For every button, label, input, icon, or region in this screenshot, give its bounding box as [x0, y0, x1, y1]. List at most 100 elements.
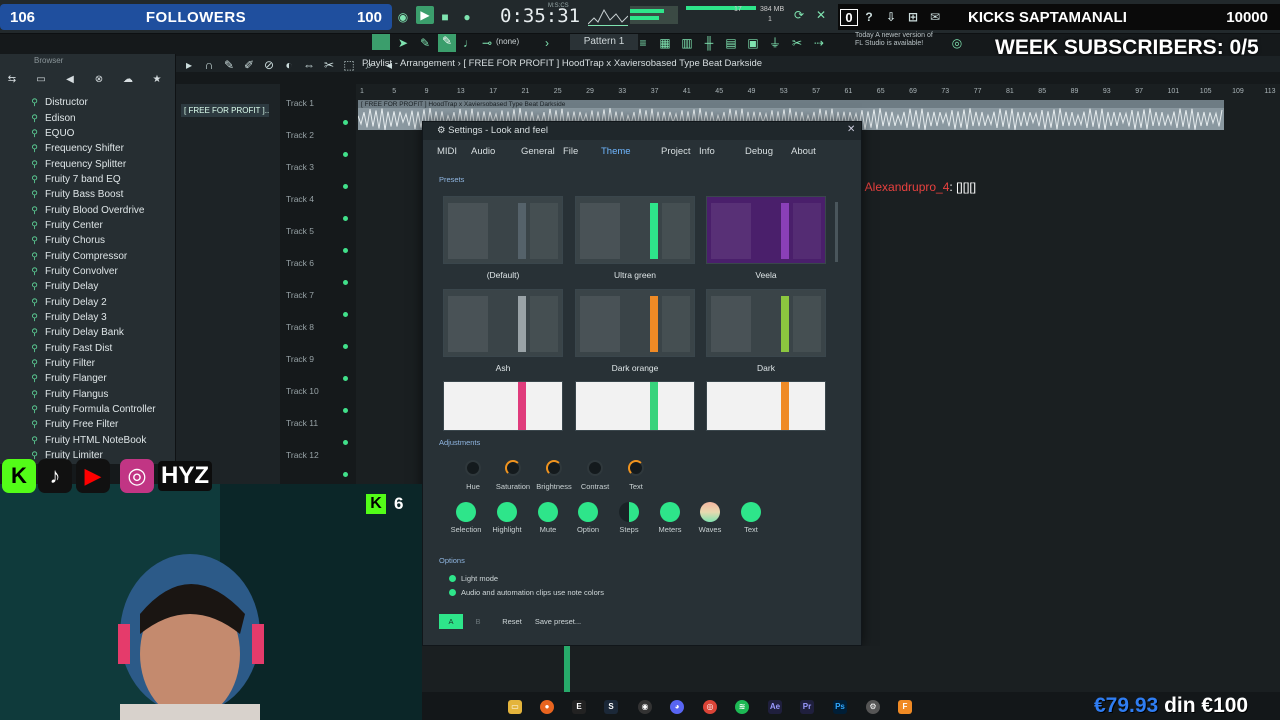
browser-icon[interactable]: ▤ [724, 36, 738, 50]
track-header[interactable]: Track 3 [280, 162, 360, 194]
globe-icon[interactable]: ◎ [950, 36, 964, 50]
plugin-item[interactable]: ⚲ Fruity Convolver [30, 264, 176, 279]
knob-saturation[interactable] [505, 460, 521, 476]
preset-thumbnail[interactable] [575, 196, 695, 264]
swatch-meters[interactable] [660, 502, 680, 522]
discord-icon[interactable]: ◕ [670, 700, 684, 714]
mixer-icon[interactable]: ╫ [702, 36, 716, 50]
folder-icon[interactable]: ▭ [33, 74, 49, 90]
track-header[interactable]: Track 9 [280, 354, 360, 386]
plugin-item[interactable]: ⚲ Fruity Center [30, 218, 176, 233]
record-mode-icon[interactable]: ◉ [396, 10, 410, 24]
plugin-item[interactable]: ⚲ Fruity Delay [30, 279, 176, 294]
pattern-selector[interactable]: Pattern 1 [570, 34, 638, 50]
preset-thumb-light-pink[interactable] [443, 381, 563, 431]
plugin-item[interactable]: ⚲ Fruity Bass Boost [30, 187, 176, 202]
preset-thumb-light-green[interactable] [575, 381, 695, 431]
swatch-steps[interactable] [619, 502, 639, 522]
tab-file[interactable]: File [563, 146, 578, 157]
light-mode-radio[interactable] [449, 575, 456, 582]
tab-audio[interactable]: Audio [471, 146, 495, 157]
track-active-led[interactable] [343, 312, 348, 317]
steam-icon[interactable]: S [604, 700, 618, 714]
track-active-led[interactable] [343, 248, 348, 253]
reset-button[interactable]: Reset [499, 614, 525, 629]
preset-dark-orange[interactable]: Dark orange [575, 289, 695, 373]
track-active-led[interactable] [343, 408, 348, 413]
save-preset-button[interactable]: Save preset... [533, 614, 583, 629]
clip-note-colors-option[interactable]: Audio and automation clips use note colo… [449, 588, 604, 597]
news-panel[interactable]: Today A newer version of FL Studio is av… [855, 32, 945, 48]
playlist-icon[interactable]: ≡ [636, 36, 650, 50]
presets-scrollbar[interactable] [835, 202, 838, 262]
volume-slider[interactable] [686, 6, 756, 10]
tab-debug[interactable]: Debug [745, 146, 773, 157]
track-active-led[interactable] [343, 216, 348, 221]
swatch-selection[interactable] [456, 502, 476, 522]
close-icon[interactable]: ✕ [814, 8, 828, 22]
preset-thumbnail[interactable] [706, 196, 826, 264]
track-active-led[interactable] [343, 280, 348, 285]
preset-ultra-green[interactable]: Ultra green [575, 196, 695, 280]
preset-thumbnail[interactable] [706, 289, 826, 357]
after-effects-icon[interactable]: Ae [768, 700, 782, 714]
preset-dark[interactable]: Dark [706, 289, 826, 373]
slip-icon[interactable]: ⇔ [302, 58, 316, 72]
photoshop-icon[interactable]: Ps [833, 700, 847, 714]
plugin-item[interactable]: ⚲ Fruity Flanger [30, 371, 176, 386]
plugin-item[interactable]: ⚲ Fruity Flangus [30, 387, 176, 402]
metronome-icon[interactable]: ♩ [462, 36, 476, 50]
track-active-led[interactable] [343, 120, 348, 125]
track-header[interactable]: Track 8 [280, 322, 360, 354]
plugin-item[interactable]: ⚲ Fruity Filter [30, 356, 176, 371]
timeline-ruler[interactable]: 1 5 9 13 17 21 25 29 33 37 41 45 49 53 57 61 65 69 73 77 81 8… [356, 88, 1280, 100]
tab-general[interactable]: General [521, 146, 555, 157]
tab-midi[interactable]: MIDI [437, 146, 457, 157]
preset-veela[interactable]: Veela [706, 196, 826, 280]
preset-thumb-light-orange[interactable] [706, 381, 826, 431]
select-icon[interactable]: ⬚ [342, 58, 356, 72]
plugin-item[interactable]: ⚲ Fruity Chorus [30, 233, 176, 248]
swatch-highlight[interactable] [497, 502, 517, 522]
premiere-icon[interactable]: Pr [800, 700, 814, 714]
swatch-waves[interactable] [700, 502, 720, 522]
play-icon[interactable]: ▶ [416, 6, 434, 24]
preset-thumbnail[interactable] [575, 289, 695, 357]
fl-studio-icon[interactable]: F [898, 700, 912, 714]
plugin-item[interactable]: ⚲ Distructor [30, 95, 176, 110]
export-icon[interactable]: ⇢ [812, 36, 826, 50]
draw-icon[interactable]: ✎ [418, 36, 432, 50]
settings-app-icon[interactable]: ⚙ [866, 700, 880, 714]
plugin-item[interactable]: ⚲ Frequency Shifter [30, 141, 176, 156]
track-active-led[interactable] [343, 472, 348, 477]
track-header[interactable]: Track 7 [280, 290, 360, 322]
track-header[interactable]: Track 1 [280, 98, 360, 130]
swatch-mute[interactable] [538, 502, 558, 522]
refresh-icon[interactable]: ⟳ [792, 8, 806, 22]
track-active-led[interactable] [343, 440, 348, 445]
chrome-icon[interactable]: ◎ [703, 700, 717, 714]
preset-thumbnail[interactable] [443, 196, 563, 264]
star-icon[interactable]: ★ [149, 74, 165, 90]
channel-rack-icon[interactable]: ▦ [658, 36, 672, 50]
track-active-led[interactable] [343, 152, 348, 157]
track-header[interactable]: Track 2 [280, 130, 360, 162]
plugin-item[interactable]: ⚲ Fruity Blood Overdrive [30, 202, 176, 217]
track-active-led[interactable] [343, 344, 348, 349]
file-explorer-icon[interactable]: ▭ [508, 700, 522, 714]
plugin-item[interactable]: ⚲ Fruity Free Filter [30, 417, 176, 432]
piano-roll-icon[interactable]: ▥ [680, 36, 694, 50]
track-header[interactable]: Track 6 [280, 258, 360, 290]
tab-theme[interactable]: Theme [601, 146, 631, 157]
track-header[interactable]: Track 12 [280, 450, 360, 482]
close-dialog-icon[interactable]: ✕ [847, 124, 855, 135]
tab-info[interactable]: Info [699, 146, 715, 157]
obs-icon[interactable]: ◉ [638, 700, 652, 714]
plugin-item[interactable]: ⚲ Fruity Delay 3 [30, 310, 176, 325]
preset-default[interactable]: (Default) [443, 196, 563, 280]
clip-colors-radio[interactable] [449, 589, 456, 596]
play-arrow-icon[interactable]: ➤ [396, 36, 410, 50]
pattern-clip-source[interactable]: [ FREE FOR PROFIT ]... [181, 104, 269, 117]
track-header[interactable]: Track 11 [280, 418, 360, 450]
magnet-icon[interactable]: ∩ [202, 58, 216, 72]
